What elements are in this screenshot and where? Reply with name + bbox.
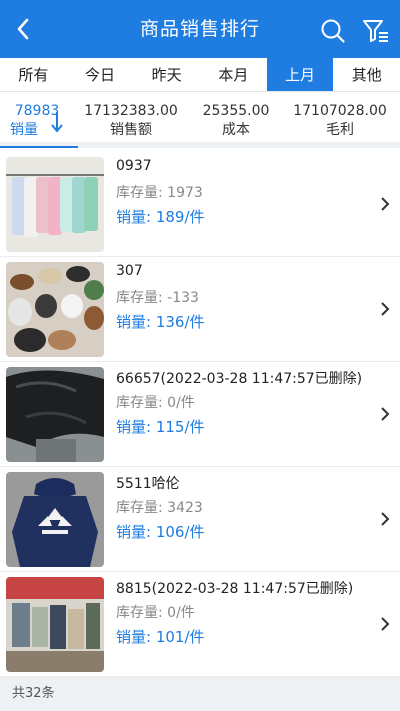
tab-today[interactable]: 今日 [67, 58, 134, 91]
product-name: 8815(2022-03-28 11:47:57已删除) [116, 581, 354, 597]
product-thumbnail [6, 262, 104, 357]
chevron-right-icon [381, 617, 390, 631]
active-underline [0, 146, 78, 148]
list-item[interactable]: 307 库存量: -133 销量: 136/件 [0, 257, 400, 362]
product-thumbnail [6, 577, 104, 672]
sales-qty: 销量: 189/件 [116, 208, 205, 226]
tab-other[interactable]: 其他 [333, 58, 400, 91]
product-thumbnail [6, 472, 104, 567]
search-button[interactable] [320, 18, 346, 44]
stock-qty: 库存量: -133 [116, 290, 199, 306]
product-name: 66657(2022-03-28 11:47:57已删除) [116, 371, 363, 387]
list-item[interactable]: 66657(2022-03-28 11:47:57已删除) 库存量: 0/件 销… [0, 362, 400, 467]
stat-sales-amount[interactable]: 17132383.00 销售额 [76, 102, 186, 140]
tab-yesterday[interactable]: 昨天 [133, 58, 200, 91]
product-list: 0937 库存量: 1973 销量: 189/件 307 库存量: -133 销… [0, 152, 400, 677]
stat-cost[interactable]: 25355.00 成本 [188, 102, 284, 140]
stat-label: 成本 [222, 122, 250, 138]
stats-summary: 78983 销量 17132383.00 销售额 25355.00 成本 171… [0, 92, 400, 148]
top-app-bar: 商品销售排行 [0, 0, 400, 58]
filter-icon [363, 20, 388, 42]
search-icon [321, 19, 345, 43]
product-name: 5511哈伦 [116, 476, 180, 492]
stat-label: 毛利 [326, 122, 354, 138]
sort-down-arrow-icon[interactable] [50, 110, 64, 134]
chevron-right-icon [381, 512, 390, 526]
stat-gross-profit[interactable]: 17107028.00 毛利 [284, 102, 396, 140]
stock-qty: 库存量: 0/件 [116, 395, 195, 411]
tab-all[interactable]: 所有 [0, 58, 67, 91]
list-item[interactable]: 5511哈伦 库存量: 3423 销量: 106/件 [0, 467, 400, 572]
filter-button[interactable] [362, 18, 390, 44]
product-name: 0937 [116, 158, 152, 174]
list-item[interactable]: 0937 库存量: 1973 销量: 189/件 [0, 152, 400, 257]
chevron-right-icon [381, 197, 390, 211]
sales-qty: 销量: 136/件 [116, 313, 205, 331]
sales-qty: 销量: 115/件 [116, 418, 205, 436]
product-thumbnail [6, 367, 104, 462]
sales-qty: 销量: 106/件 [116, 523, 205, 541]
total-count: 共32条 [0, 677, 400, 711]
product-thumbnail [6, 157, 104, 252]
stat-value: 25355.00 [202, 103, 270, 119]
chevron-right-icon [381, 302, 390, 316]
tab-last-month[interactable]: 上月 [266, 58, 334, 91]
list-item[interactable]: 8815(2022-03-28 11:47:57已删除) 库存量: 0/件 销量… [0, 572, 400, 677]
product-name: 307 [116, 263, 143, 279]
stat-value: 17132383.00 [84, 103, 178, 119]
stat-value: 17107028.00 [293, 103, 387, 119]
date-range-tabs: 所有 今日 昨天 本月 上月 其他 [0, 58, 400, 92]
stat-label: 销售额 [110, 122, 152, 138]
tab-this-month[interactable]: 本月 [200, 58, 267, 91]
sales-qty: 销量: 101/件 [116, 628, 205, 646]
chevron-right-icon [381, 407, 390, 421]
stock-qty: 库存量: 1973 [116, 185, 203, 201]
stock-qty: 库存量: 3423 [116, 500, 203, 516]
stock-qty: 库存量: 0/件 [116, 605, 195, 621]
